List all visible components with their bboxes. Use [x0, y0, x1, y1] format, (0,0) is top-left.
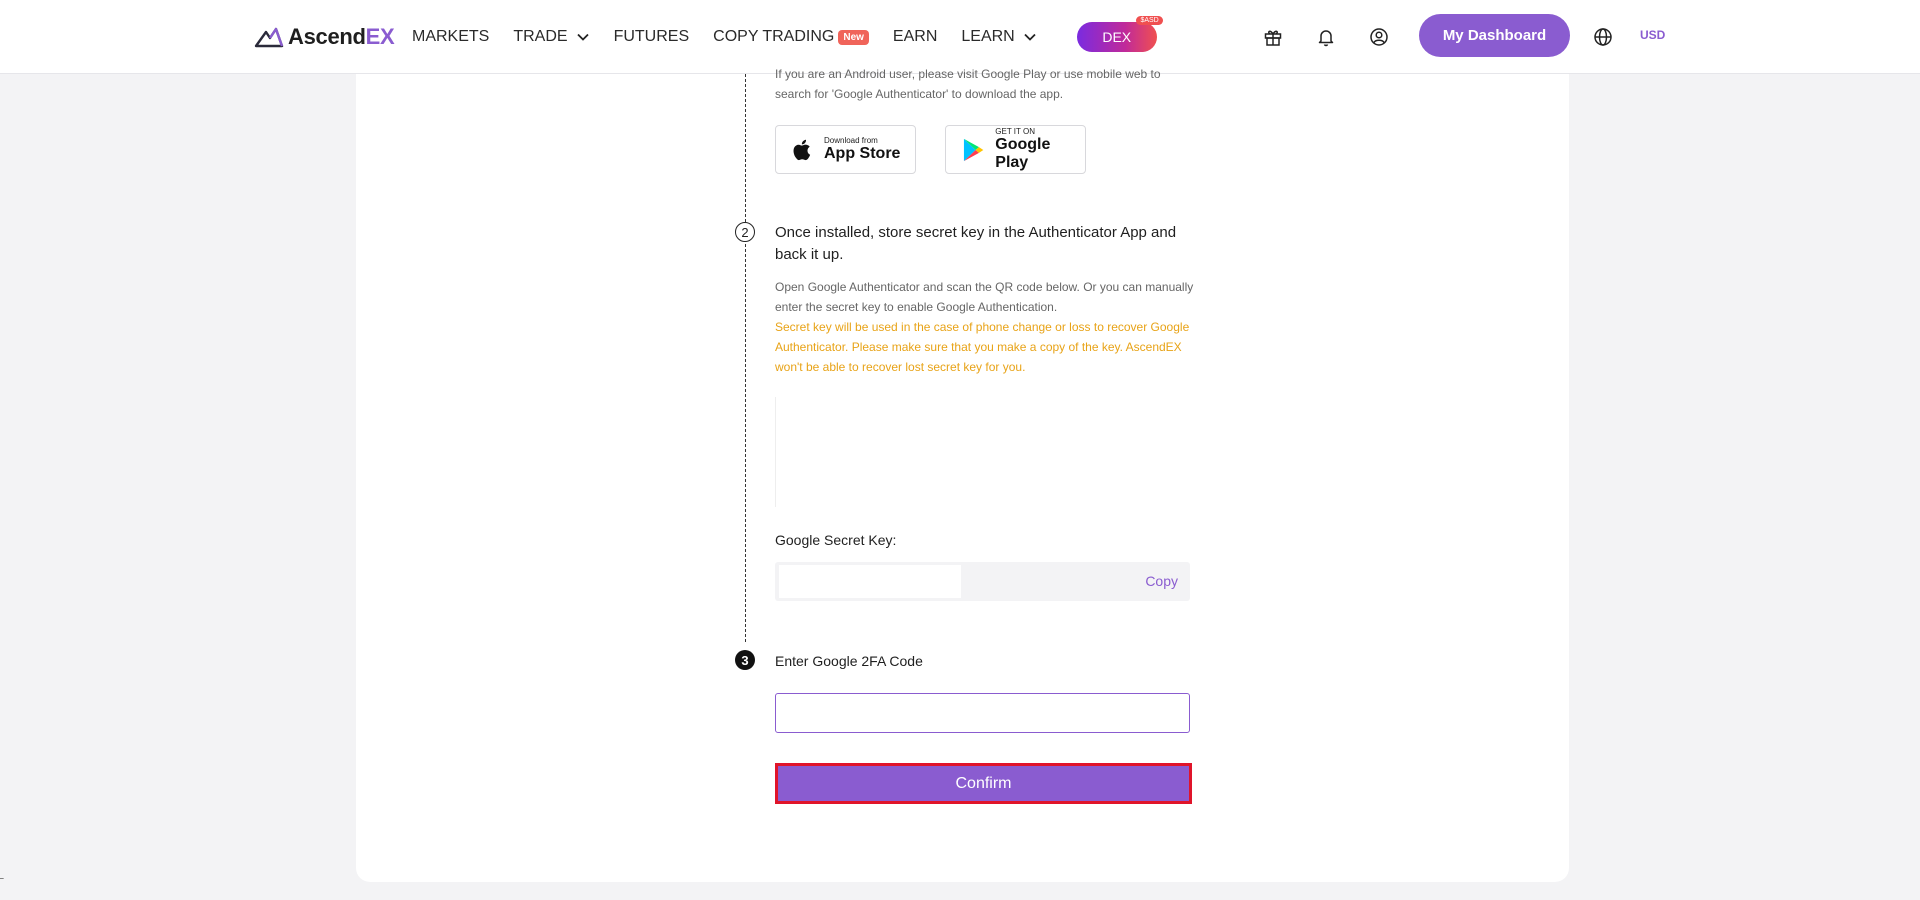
- header-icon-group: [1258, 22, 1417, 52]
- step1-description: If you are an Android user, please visit…: [775, 67, 1161, 101]
- secret-key-field: Copy: [775, 562, 1190, 601]
- gift-icon[interactable]: [1258, 22, 1288, 52]
- google-play-icon: [963, 138, 984, 161]
- account-icon[interactable]: [1364, 22, 1394, 52]
- nav-markets[interactable]: MARKETS: [412, 28, 489, 46]
- nav-trade[interactable]: TRADE: [513, 28, 589, 46]
- bell-icon[interactable]: [1311, 22, 1341, 52]
- currency-selector[interactable]: USD: [1640, 28, 1665, 42]
- nav-futures[interactable]: FUTURES: [614, 28, 690, 46]
- main-nav: MARKETS TRADE FUTURES COPY TRADING New E…: [412, 0, 1163, 74]
- secret-key-label: Google Secret Key:: [775, 532, 897, 548]
- corner-mark: ‾: [0, 878, 4, 889]
- nav-copy-trading[interactable]: COPY TRADING New: [713, 28, 869, 46]
- chevron-down-icon: [1024, 33, 1036, 41]
- dex-button[interactable]: DEX $ASD: [1076, 16, 1163, 52]
- step-2-title: Once installed, store secret key in the …: [775, 224, 1177, 263]
- nav-learn[interactable]: LEARN: [961, 28, 1036, 46]
- app-store-label: App Store: [824, 145, 901, 162]
- step-3-number: 3: [735, 650, 755, 670]
- step-timeline-line: [745, 74, 746, 642]
- qr-code-area: [775, 397, 1190, 507]
- my-dashboard-button[interactable]: My Dashboard: [1419, 14, 1570, 57]
- ascendex-logo[interactable]: AscendEX: [254, 22, 395, 52]
- chevron-down-icon: [576, 33, 589, 41]
- app-store-caption: Download from: [824, 136, 878, 145]
- confirm-button[interactable]: Confirm: [775, 763, 1192, 804]
- logo-text: AscendEX: [288, 24, 395, 49]
- step-2-number: 2: [735, 222, 755, 242]
- google-play-button[interactable]: GET IT ON Google Play: [945, 125, 1086, 174]
- step-3-title: Enter Google 2FA Code: [775, 653, 923, 669]
- top-navigation-bar: AscendEX MARKETS TRADE FUTURES COPY TRAD…: [0, 0, 1920, 74]
- step-2-warning: Secret key will be used in the case of p…: [775, 320, 1190, 374]
- app-store-button[interactable]: Download from App Store: [775, 125, 916, 174]
- new-badge: New: [838, 29, 869, 45]
- google-play-label: Google Play: [995, 136, 1051, 171]
- apple-icon: [793, 139, 811, 160]
- copy-secret-key-button[interactable]: Copy: [1145, 573, 1178, 589]
- 2fa-code-input[interactable]: [775, 693, 1190, 733]
- google-play-caption: GET IT ON: [995, 127, 1035, 136]
- nav-earn[interactable]: EARN: [893, 28, 937, 46]
- dex-tag: $ASD: [1136, 16, 1163, 25]
- secret-key-value[interactable]: [779, 565, 961, 598]
- step-2-description: Open Google Authenticator and scan the Q…: [775, 280, 1194, 314]
- globe-icon[interactable]: [1588, 22, 1618, 52]
- logo-mark-icon: [254, 27, 284, 48]
